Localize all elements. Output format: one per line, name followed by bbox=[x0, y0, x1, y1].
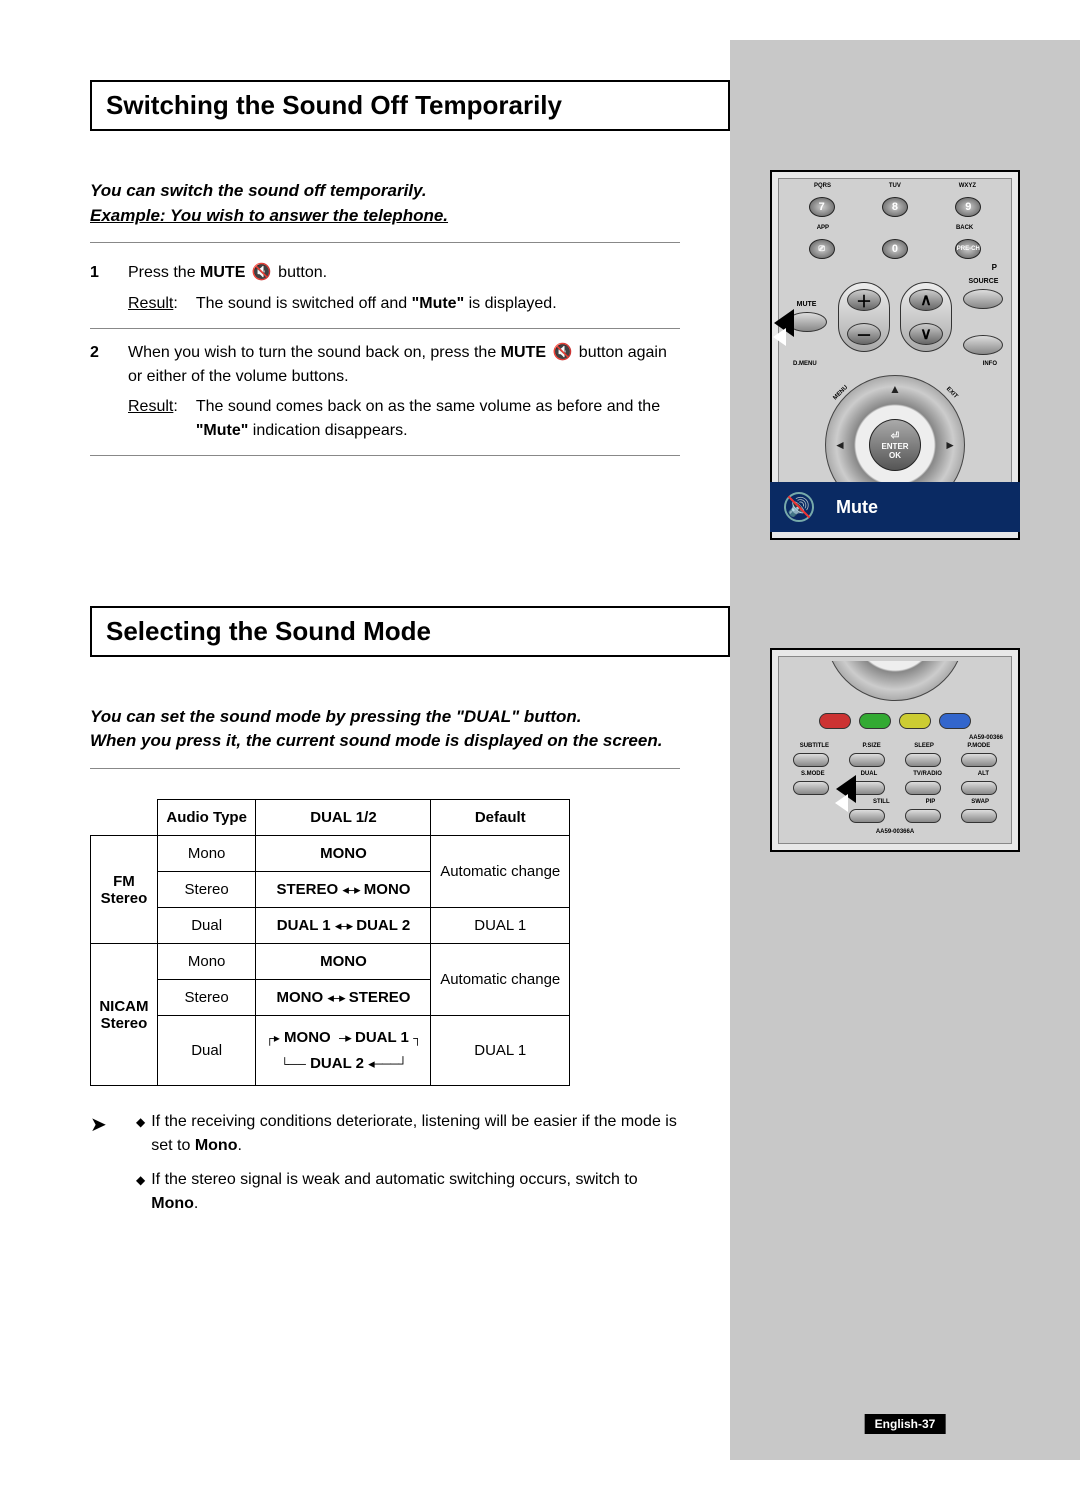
key-label-wxyz: WXYZ bbox=[959, 183, 976, 189]
bullet-icon: ◆ bbox=[136, 1113, 145, 1158]
key-label-back: BACK bbox=[956, 225, 973, 231]
ch-up-icon: ∧ bbox=[909, 289, 943, 311]
step-1: 1 Press the MUTE 🔇 button. Result: The s… bbox=[90, 249, 680, 328]
divider bbox=[90, 768, 680, 769]
intro2-line2: When you press it, the current sound mod… bbox=[90, 729, 680, 754]
col-default: Default bbox=[431, 800, 570, 836]
info-label: INFO bbox=[983, 361, 997, 367]
remote-model: AA59-00366A bbox=[779, 825, 1011, 835]
channel-rocker: ∧ ∨ bbox=[900, 282, 952, 352]
key-prech: PRE-CH bbox=[955, 239, 981, 259]
intro-line1: You can switch the sound off temporarily… bbox=[90, 179, 680, 204]
fm-stereo-label: FM Stereo bbox=[91, 836, 158, 944]
col-audio-type: Audio Type bbox=[157, 800, 256, 836]
arrow-right-icon: –▸ bbox=[339, 1030, 351, 1045]
key-label-pqrs: PQRS bbox=[814, 183, 831, 189]
intro2-line1: You can set the sound mode by pressing t… bbox=[90, 705, 680, 730]
source-key-label: SOURCE bbox=[968, 278, 998, 285]
key-8: 8 bbox=[882, 197, 908, 217]
red-button bbox=[819, 713, 851, 729]
mute-key-label: MUTE bbox=[797, 301, 817, 308]
mute-icon: 🔇 bbox=[552, 341, 572, 365]
menu-label: MENU bbox=[832, 385, 849, 402]
sidebar-column: PQRS TUV WXYZ 7 8 9 APP BACK ⎚ 0 PRE-CH … bbox=[730, 40, 1080, 1460]
enter-button: ⏎ ENTER OK bbox=[869, 419, 921, 471]
double-arrow-icon: ◂–▸ bbox=[335, 918, 352, 933]
double-arrow-icon: ◂–▸ bbox=[342, 882, 359, 897]
key-7: 7 bbox=[809, 197, 835, 217]
col-dual: DUAL 1/2 bbox=[256, 800, 431, 836]
divider bbox=[90, 242, 680, 243]
vol-up-icon: ＋ bbox=[847, 289, 881, 311]
note-indicator-icon: ➤ bbox=[90, 1110, 136, 1226]
mute-key bbox=[787, 312, 827, 332]
p-label: P bbox=[779, 263, 1011, 272]
key-label-app: APP bbox=[817, 225, 829, 231]
key-label-tuv: TUV bbox=[889, 183, 901, 189]
arrow-right-icon: ► bbox=[944, 438, 956, 452]
arrow-up-icon: ▲ bbox=[889, 382, 901, 396]
ch-down-icon: ∨ bbox=[909, 323, 943, 345]
yellow-button bbox=[899, 713, 931, 729]
bullet-icon: ◆ bbox=[136, 1171, 145, 1216]
exit-label: EXIT bbox=[944, 386, 958, 400]
source-key bbox=[963, 289, 1003, 309]
osd-mute-indicator: 🔊 Mute bbox=[770, 482, 1020, 532]
green-button bbox=[859, 713, 891, 729]
key-blank: ⎚ bbox=[809, 239, 835, 259]
mute-osd-icon: 🔊 bbox=[784, 492, 814, 522]
main-content: Switching the Sound Off Temporarily You … bbox=[0, 40, 730, 1266]
section-heading-sound-mode: Selecting the Sound Mode bbox=[90, 606, 730, 657]
nicam-stereo-label: NICAM Stereo bbox=[91, 944, 158, 1086]
aux-key bbox=[963, 335, 1003, 355]
step-2: 2 When you wish to turn the sound back o… bbox=[90, 329, 680, 456]
dmenu-label: D.MENU bbox=[793, 361, 817, 367]
double-arrow-icon: ◂–▸ bbox=[327, 990, 344, 1005]
intro-line2: Example: You wish to answer the telephon… bbox=[90, 204, 680, 229]
key-9: 9 bbox=[955, 197, 981, 217]
arrow-left-icon: ◄ bbox=[834, 438, 846, 452]
notes-block: ➤ ◆ If the receiving conditions deterior… bbox=[90, 1110, 680, 1226]
volume-rocker: ＋ － bbox=[838, 282, 890, 352]
vol-down-icon: － bbox=[847, 323, 881, 345]
arrow-left-icon: ◂───┘ bbox=[368, 1056, 406, 1071]
dual-key bbox=[849, 781, 885, 795]
section-heading-mute: Switching the Sound Off Temporarily bbox=[90, 80, 730, 131]
remote-illustration-bottom: ◄ ► ENTER OK AA59-00366 SUBTITLE P.SIZE … bbox=[770, 648, 1020, 852]
sound-mode-table: Audio Type DUAL 1/2 Default FM Stereo Mo… bbox=[90, 799, 570, 1086]
blue-button bbox=[939, 713, 971, 729]
key-0: 0 bbox=[882, 239, 908, 259]
page-number: English-37 bbox=[865, 1414, 946, 1434]
osd-mute-text: Mute bbox=[836, 497, 878, 518]
mute-icon: 🔇 bbox=[252, 261, 272, 285]
